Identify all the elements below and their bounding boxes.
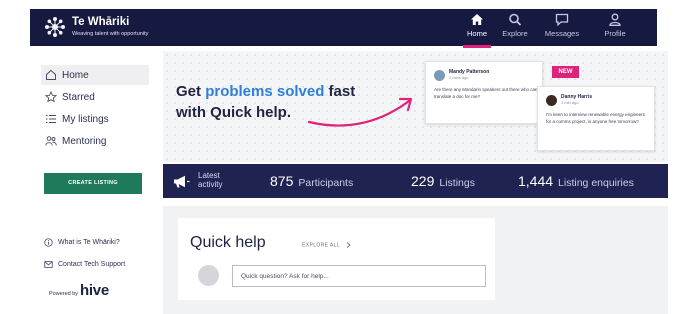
- sample-question-card: Danny Harris 1 min ago I'm keen to inter…: [537, 86, 655, 151]
- hive-logo: hive: [80, 282, 109, 299]
- stat-listing-enquiries: 1,444 Listing enquiries: [518, 173, 634, 191]
- sidebar-item-label: My listings: [62, 113, 109, 125]
- sidebar-item-label: Home: [62, 69, 89, 81]
- chevron-right-icon: [346, 242, 351, 248]
- explore-all-label: EXPLORE ALL: [302, 242, 340, 249]
- quick-help-title: Quick help: [190, 234, 266, 251]
- contact-tech-support-link[interactable]: Contact Tech Support: [44, 260, 156, 269]
- sidebar-item-my-listings[interactable]: My listings: [41, 109, 149, 129]
- headline-prefix: Get: [176, 83, 206, 100]
- stat-label: Listings: [439, 177, 475, 189]
- info-circle-icon: [44, 238, 53, 247]
- sidebar-item-starred[interactable]: Starred: [41, 87, 149, 107]
- avatar: [546, 95, 557, 106]
- arrow-icon: [307, 97, 413, 127]
- stat-value: 875: [270, 173, 294, 189]
- card-message: Are there any Mandarin speakers out ther…: [434, 87, 538, 99]
- brand-tagline: Weaving talent with opportunity: [72, 31, 149, 37]
- powered-by-label: Powered by: [49, 291, 79, 297]
- te-whariki-logo-icon[interactable]: [43, 15, 67, 39]
- latest-line2: activity: [198, 180, 223, 189]
- sidebar-item-home[interactable]: Home: [41, 65, 149, 85]
- nav-explore[interactable]: Explore: [492, 13, 538, 44]
- quick-help-promo-banner: Get problems solved fast with Quick help…: [163, 51, 668, 162]
- sidebar-item-mentoring[interactable]: Mentoring: [41, 131, 149, 151]
- latest-line1: Latest: [198, 171, 220, 180]
- avatar: [434, 70, 445, 81]
- quick-help-card: Quick help EXPLORE ALL: [178, 218, 495, 300]
- help-link-label: Contact Tech Support: [58, 261, 126, 268]
- quick-question-input[interactable]: [232, 265, 486, 287]
- quick-help-panel: Quick help EXPLORE ALL: [163, 206, 668, 314]
- user-icon: [609, 13, 621, 26]
- stat-label: Listing enquiries: [558, 177, 634, 189]
- top-header: Te Whāriki Weaving talent with opportuni…: [30, 9, 657, 48]
- home-icon: [471, 14, 483, 25]
- stat-listings: 229 Listings: [411, 173, 475, 191]
- active-tab-indicator: [463, 45, 491, 48]
- create-listing-button[interactable]: CREATE LISTING: [44, 173, 142, 194]
- megaphone-icon: [174, 175, 190, 188]
- sidebar-item-label: Starred: [62, 91, 95, 103]
- brand-name: Te Whāriki: [72, 16, 130, 28]
- star-icon: [45, 91, 57, 103]
- nav-messages[interactable]: Messages: [539, 13, 585, 44]
- nav-messages-label: Messages: [544, 29, 580, 38]
- stat-label: Participants: [298, 177, 354, 189]
- explore-all-link[interactable]: EXPLORE ALL: [302, 242, 351, 248]
- list-icon: [46, 115, 56, 123]
- sample-question-card: Mandy Patterson 2 mins ago Are there any…: [425, 61, 543, 124]
- home-outline-icon: [46, 69, 56, 80]
- card-time: 2 mins ago: [449, 75, 469, 80]
- new-badge: NEW: [552, 66, 579, 78]
- nav-profile[interactable]: Profile: [592, 13, 638, 44]
- headline-line2: with Quick help.: [176, 104, 292, 121]
- stat-value: 1,444: [518, 173, 554, 189]
- sidebar-item-label: Mentoring: [62, 135, 107, 147]
- nav-explore-label: Explore: [502, 29, 528, 38]
- card-time: 1 min ago: [561, 100, 579, 105]
- card-message: I'm keen to interview renewable energy e…: [546, 112, 645, 124]
- activity-stats-bar: Latest activity 875 Participants 229 Listi…: [163, 164, 668, 198]
- help-link-label: What is Te Whāriki?: [58, 239, 120, 246]
- what-is-te-whariki-link[interactable]: What is Te Whāriki?: [44, 238, 156, 247]
- people-icon: [45, 136, 57, 146]
- stat-participants: 875 Participants: [270, 173, 353, 191]
- search-icon: [509, 13, 522, 26]
- message-icon: [555, 13, 569, 26]
- latest-activity-label: Latest activity: [198, 171, 222, 189]
- powered-by-hive[interactable]: Powered by hive: [49, 282, 109, 299]
- stat-value: 229: [411, 173, 435, 189]
- user-avatar: [198, 265, 219, 286]
- mail-icon: [44, 261, 53, 268]
- sidebar: Home Starred My listings Mentoring CREAT…: [30, 56, 155, 314]
- nav-profile-label: Profile: [604, 29, 626, 38]
